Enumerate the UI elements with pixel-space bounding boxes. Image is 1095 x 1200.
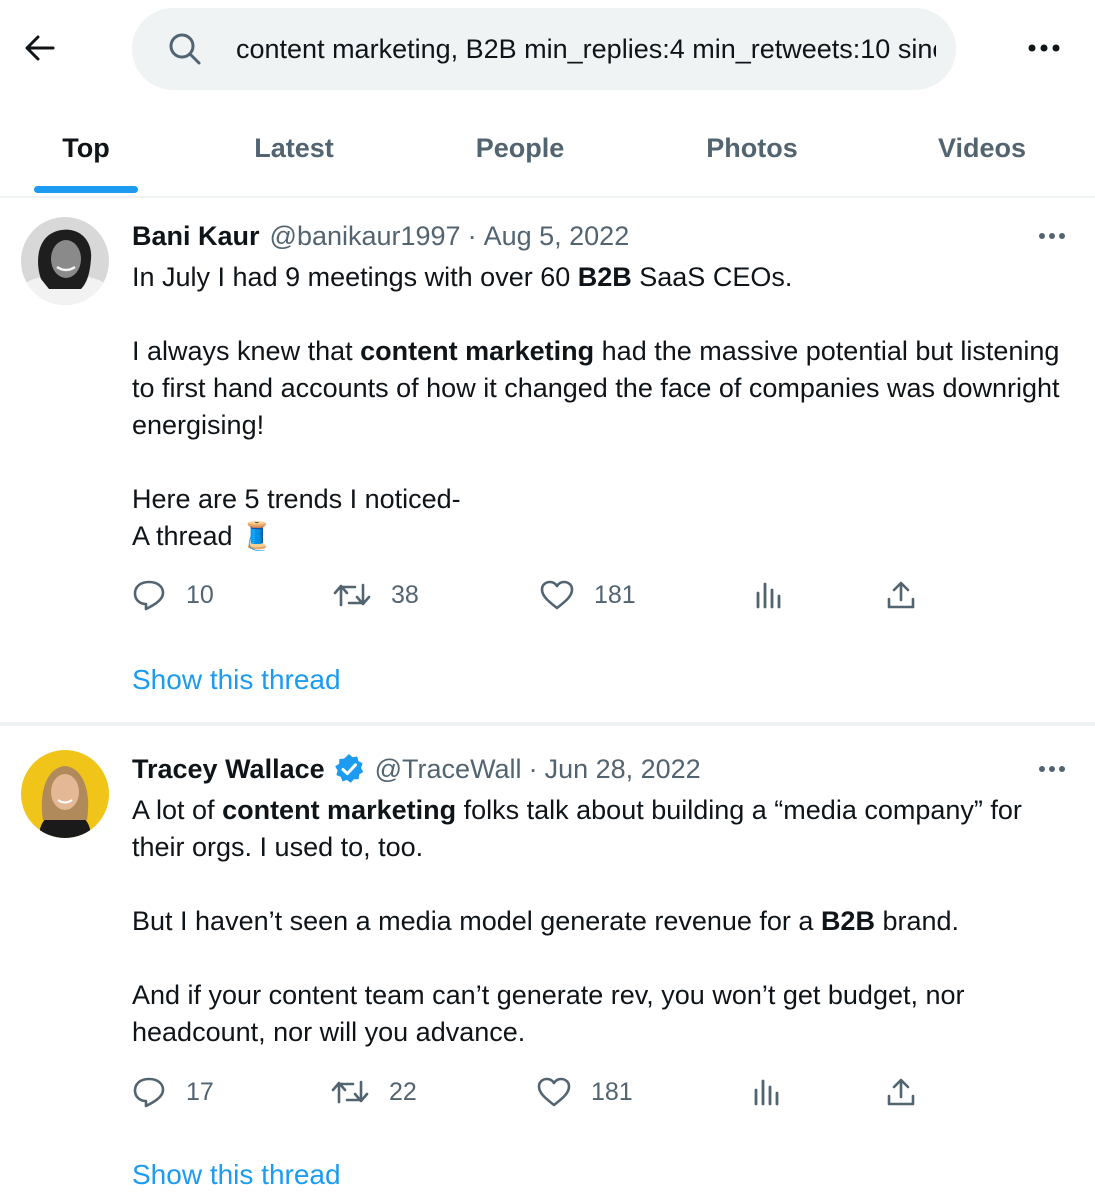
analytics-icon <box>756 582 781 609</box>
tweet-line <box>132 296 1077 333</box>
heart-icon <box>540 580 574 610</box>
tweet-text-segment: But I haven’t seen a media model generat… <box>132 906 821 936</box>
retweet-button[interactable]: 38 <box>333 573 419 617</box>
share-button[interactable] <box>886 1070 916 1114</box>
more-horizontal-icon <box>1039 233 1065 239</box>
tweet-date[interactable]: Aug 5, 2022 <box>484 221 630 252</box>
arrow-left-icon <box>25 35 55 61</box>
search-icon <box>169 33 201 65</box>
retweet-count: 22 <box>389 1077 417 1106</box>
tweet-line: But I haven’t seen a media model generat… <box>132 903 1077 940</box>
profile-photo <box>21 217 109 305</box>
tweet-text-segment: brand. <box>874 906 960 936</box>
tweet-text-segment: In July I had 9 meetings with over 60 <box>132 262 578 292</box>
more-horizontal-icon <box>1028 44 1060 52</box>
verified-badge-icon <box>334 754 363 783</box>
reply-icon <box>133 580 165 611</box>
tweet-text-segment: A thread 🧵 <box>132 521 274 551</box>
tweet-line <box>132 866 1077 903</box>
show-thread-link[interactable]: Show this thread <box>132 1159 341 1191</box>
display-name[interactable]: Tracey Wallace <box>132 754 325 785</box>
like-button[interactable]: 181 <box>537 1070 633 1114</box>
tweet-actions: 17 22 181 <box>0 1070 1095 1114</box>
active-tab-indicator <box>34 186 138 193</box>
more-options-button[interactable] <box>1018 28 1070 68</box>
analytics-button[interactable] <box>753 1070 781 1114</box>
heart-icon <box>537 1077 571 1107</box>
tweet-more-button[interactable] <box>1024 751 1080 787</box>
tweet[interactable]: Tracey Wallace @TraceWall · Jun 28, 2022… <box>0 726 1095 1200</box>
share-button[interactable] <box>886 573 916 617</box>
highlighted-keyword: content marketing <box>360 336 595 366</box>
share-icon <box>887 581 915 609</box>
analytics-icon <box>754 1079 779 1106</box>
tab-videos[interactable]: Videos <box>912 100 1052 196</box>
tweet-text: In July I had 9 meetings with over 60 B2… <box>132 259 1077 555</box>
tweet-line <box>132 940 1077 977</box>
tweet-date[interactable]: Jun 28, 2022 <box>545 754 701 785</box>
tweet-line: And if your content team can’t generate … <box>132 977 1077 1051</box>
retweet-icon <box>331 1080 369 1104</box>
user-handle[interactable]: @banikaur1997 <box>270 221 461 252</box>
highlighted-keyword: B2B <box>577 262 632 292</box>
tweet-line <box>132 444 1077 481</box>
tweet-line: A lot of content marketing folks talk ab… <box>132 792 1077 866</box>
like-count: 181 <box>594 580 636 609</box>
share-icon <box>887 1078 915 1106</box>
user-handle[interactable]: @TraceWall <box>375 754 522 785</box>
analytics-button[interactable] <box>755 573 783 617</box>
retweet-button[interactable]: 22 <box>331 1070 417 1114</box>
tweet-text-segment: And if your content team can’t generate … <box>132 980 965 1047</box>
tweet-line: Here are 5 trends I noticed- <box>132 481 1077 518</box>
reply-button[interactable]: 17 <box>132 1070 214 1114</box>
more-horizontal-icon <box>1039 766 1065 772</box>
tab-people[interactable]: People <box>450 100 590 196</box>
tweet[interactable]: Bani Kaur @banikaur1997 · Aug 5, 2022 In… <box>0 198 1095 724</box>
avatar[interactable] <box>21 217 109 305</box>
tweet-text: A lot of content marketing folks talk ab… <box>132 792 1077 1051</box>
search-header <box>0 0 1095 96</box>
back-button[interactable] <box>18 26 62 70</box>
tweet-text-segment: Here are 5 trends I noticed- <box>132 484 461 514</box>
reply-button[interactable]: 10 <box>132 573 214 617</box>
tweet-more-button[interactable] <box>1024 218 1080 254</box>
like-count: 181 <box>591 1077 633 1106</box>
profile-photo <box>21 750 109 838</box>
tweet-header: Bani Kaur @banikaur1997 · Aug 5, 2022 <box>132 218 629 254</box>
separator-dot: · <box>467 220 477 251</box>
tweet-text-segment: I always knew that <box>132 336 361 366</box>
tab-photos[interactable]: Photos <box>682 100 822 196</box>
tab-top[interactable]: Top <box>34 100 138 196</box>
search-tabs: Top Latest People Photos Videos <box>0 100 1095 198</box>
search-input[interactable] <box>236 8 936 90</box>
retweet-count: 38 <box>391 580 419 609</box>
separator-dot: · <box>528 753 538 784</box>
display-name[interactable]: Bani Kaur <box>132 221 260 252</box>
highlighted-keyword: B2B <box>820 906 875 936</box>
tweet-line: In July I had 9 meetings with over 60 B2… <box>132 259 1077 296</box>
highlighted-keyword: content marketing <box>222 795 457 825</box>
tweet-actions: 10 38 181 <box>0 573 1095 617</box>
tweet-header: Tracey Wallace @TraceWall · Jun 28, 2022 <box>132 751 701 787</box>
retweet-icon <box>333 583 371 607</box>
tweet-text-segment: SaaS CEOs. <box>631 262 793 292</box>
tweet-line: A thread 🧵 <box>132 518 1077 555</box>
avatar[interactable] <box>21 750 109 838</box>
tweet-text-segment: A lot of <box>132 795 223 825</box>
reply-count: 10 <box>186 580 214 609</box>
like-button[interactable]: 181 <box>540 573 636 617</box>
tweet-line: I always knew that content marketing had… <box>132 333 1077 444</box>
search-box <box>132 8 956 90</box>
tab-latest[interactable]: Latest <box>224 100 364 196</box>
reply-icon <box>133 1077 165 1108</box>
reply-count: 17 <box>186 1077 214 1106</box>
show-thread-link[interactable]: Show this thread <box>132 664 341 696</box>
